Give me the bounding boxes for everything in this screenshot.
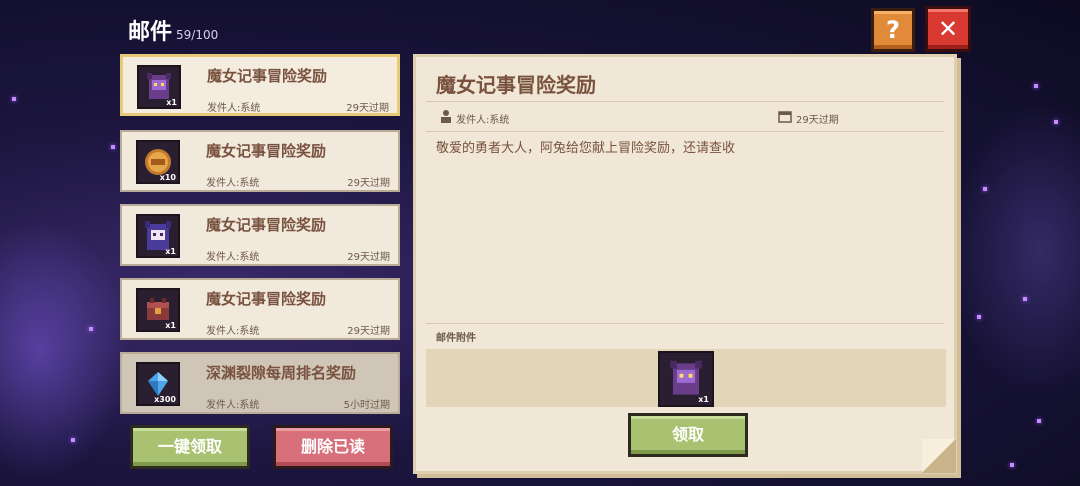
claim-button[interactable]: 领取 — [628, 413, 748, 457]
star-decoration — [983, 187, 987, 191]
divider — [426, 101, 944, 102]
detail-expire: 29天过期 — [796, 115, 839, 126]
item-quantity: x1 — [165, 247, 176, 256]
item-quantity: x300 — [154, 395, 176, 404]
detail-title: 魔女记事冒险奖励 — [436, 73, 596, 97]
attachment-witch-avatar-icon[interactable]: x1 — [658, 351, 714, 407]
divider — [426, 323, 944, 324]
calendar-icon — [778, 111, 792, 123]
background-nebula — [950, 100, 1080, 400]
page-curl-decoration — [922, 439, 956, 473]
mail-list-item[interactable]: x300 深渊裂隙每周排名奖励 发件人:系统 5小时过期 — [120, 352, 400, 414]
claim-all-button[interactable]: 一键领取 — [130, 425, 250, 469]
chest-icon: x1 — [136, 288, 180, 332]
help-button[interactable]: ? — [871, 8, 915, 52]
sender-icon — [441, 110, 451, 123]
background-nebula — [0, 220, 130, 480]
star-decoration — [71, 438, 75, 442]
mail-sender: 发件人:系统 — [206, 400, 260, 411]
attachment-quantity: x1 — [698, 395, 709, 404]
mail-expire: 29天过期 — [347, 252, 390, 263]
star-decoration — [1037, 419, 1041, 423]
gold-coin-icon: x10 — [136, 140, 180, 184]
mail-list-item[interactable]: x1 魔女记事冒险奖励 发件人:系统 29天过期 — [120, 278, 400, 340]
mail-title: 魔女记事冒险奖励 — [206, 216, 327, 234]
star-decoration — [111, 145, 115, 149]
title-text: 邮件 — [128, 20, 173, 45]
mail-detail-panel: 魔女记事冒险奖励 发件人:系统 29天过期 敬爱的勇者大人，阿兔给您献上冒险奖励… — [413, 54, 957, 474]
detail-sender: 发件人:系统 — [456, 115, 510, 126]
mail-title: 魔女记事冒险奖励 — [206, 142, 327, 160]
mail-expire: 29天过期 — [347, 178, 390, 189]
mail-title: 魔女记事冒险奖励 — [206, 290, 327, 308]
mail-list-item[interactable]: x10 魔女记事冒险奖励 发件人:系统 29天过期 — [120, 130, 400, 192]
page-title: 邮件 59/100 — [128, 14, 218, 46]
mail-expire: 29天过期 — [346, 103, 389, 114]
star-decoration — [977, 315, 981, 319]
mail-list-item[interactable]: x1 魔女记事冒险奖励 发件人:系统 29天过期 — [120, 54, 400, 116]
delete-read-button[interactable]: 删除已读 — [273, 425, 393, 469]
star-decoration — [1023, 297, 1027, 301]
attachments-label: 邮件附件 — [436, 333, 476, 344]
star-decoration — [1010, 463, 1014, 467]
divider — [426, 131, 944, 132]
mail-sender: 发件人:系统 — [206, 178, 260, 189]
mail-expire: 5小时过期 — [343, 400, 390, 411]
item-quantity: x10 — [159, 173, 176, 182]
mail-list-item[interactable]: x1 魔女记事冒险奖励 发件人:系统 29天过期 — [120, 204, 400, 266]
mail-sender: 发件人:系统 — [206, 326, 260, 337]
mail-title: 魔女记事冒险奖励 — [207, 67, 328, 85]
close-button[interactable]: ✕ — [925, 6, 971, 52]
star-decoration — [12, 97, 16, 101]
mail-body-text: 敬爱的勇者大人，阿兔给您献上冒险奖励，还请查收 — [436, 141, 736, 156]
star-decoration — [89, 327, 93, 331]
star-decoration — [1054, 120, 1058, 124]
mail-count: 59/100 — [176, 28, 219, 42]
mail-sender: 发件人:系统 — [207, 103, 261, 114]
mail-sender: 发件人:系统 — [206, 252, 260, 263]
mail-expire: 29天过期 — [347, 326, 390, 337]
witch-character-icon: x1 — [136, 214, 180, 258]
item-quantity: x1 — [166, 98, 177, 107]
mail-title: 深渊裂隙每周排名奖励 — [206, 364, 357, 382]
diamond-icon: x300 — [136, 362, 180, 406]
item-quantity: x1 — [165, 321, 176, 330]
witch-avatar-icon: x1 — [137, 65, 181, 109]
star-decoration — [1034, 84, 1038, 88]
